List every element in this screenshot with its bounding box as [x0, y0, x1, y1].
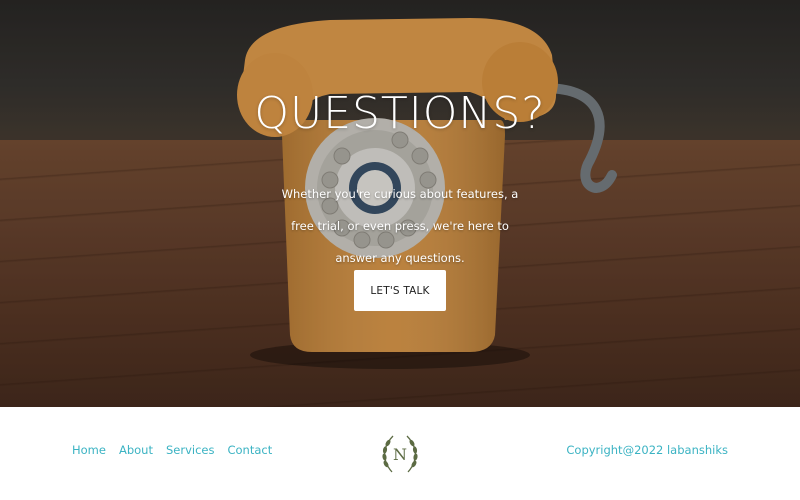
- nav-link-home[interactable]: Home: [72, 443, 106, 457]
- hero-description: Whether you're curious about features, a…: [281, 187, 519, 265]
- nav-link-services[interactable]: Services: [166, 443, 215, 457]
- lets-talk-button[interactable]: LET'S TALK: [354, 270, 446, 311]
- laurel-wreath-logo-icon[interactable]: N: [380, 430, 420, 478]
- logo-letter: N: [393, 445, 407, 464]
- nav-link-contact[interactable]: Contact: [227, 443, 272, 457]
- copyright-text: Copyright@2022 labanshiks: [566, 443, 728, 457]
- nav-link-about[interactable]: About: [119, 443, 153, 457]
- hero-content: QUESTIONS? Whether you're curious about …: [0, 0, 800, 407]
- hero-section: QUESTIONS? Whether you're curious about …: [0, 0, 800, 407]
- footer-nav: Home About Services Contact: [72, 443, 285, 457]
- footer: Home About Services Contact N Copyright@…: [0, 407, 800, 500]
- hero-title: QUESTIONS?: [254, 88, 546, 139]
